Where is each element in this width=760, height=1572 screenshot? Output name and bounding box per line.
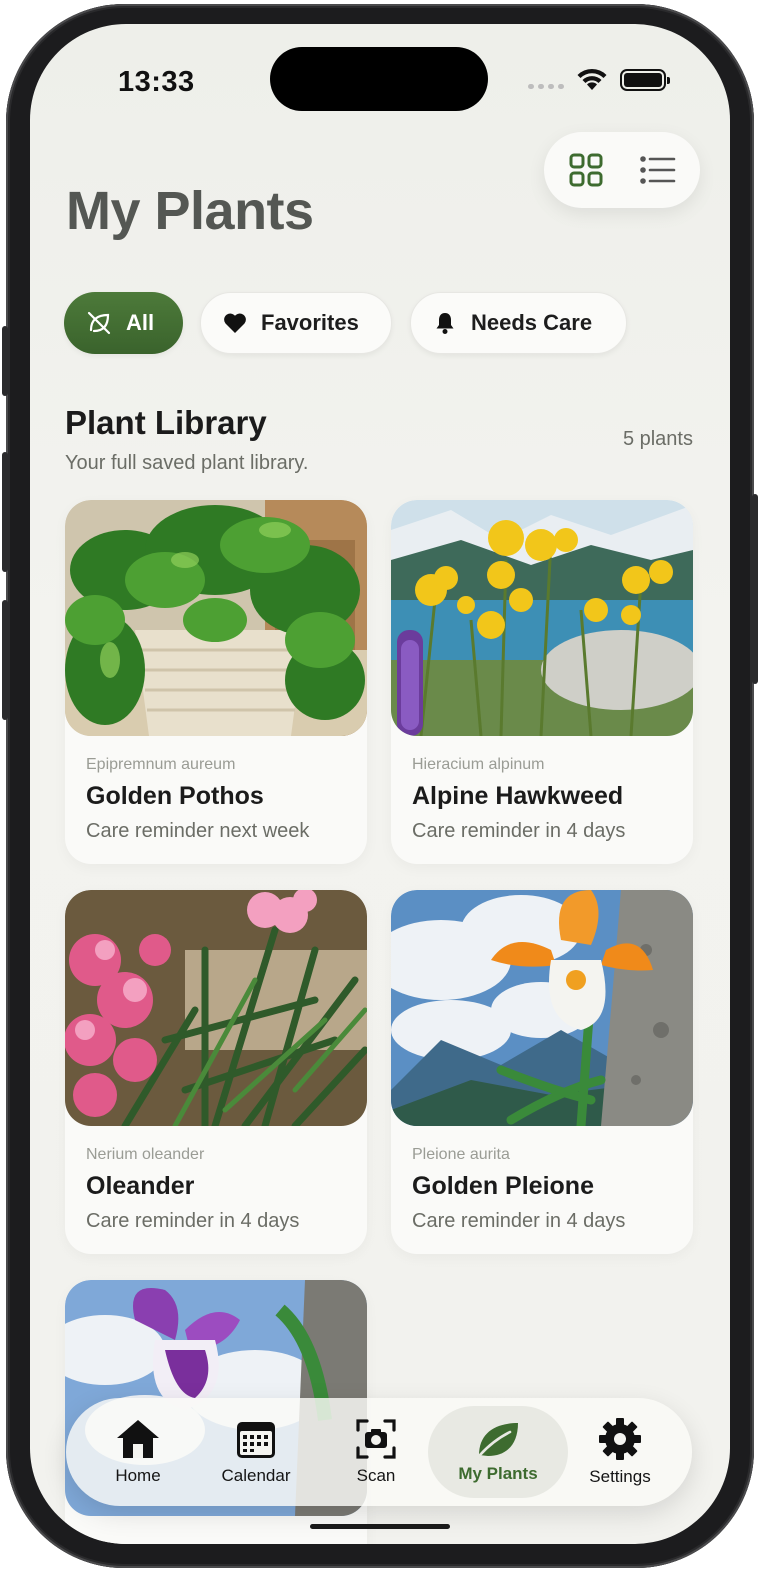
list-view-button[interactable] xyxy=(638,150,678,190)
nav-label: My Plants xyxy=(458,1464,538,1483)
care-reminder: Care reminder next week xyxy=(86,820,310,842)
care-reminder: Care reminder in 4 days xyxy=(412,820,626,842)
scientific-name: Pleione aurita xyxy=(412,1146,510,1163)
grid-icon xyxy=(569,153,603,187)
leaf-icon xyxy=(478,1423,518,1457)
action-button xyxy=(2,326,8,396)
view-toggle xyxy=(544,132,700,208)
plant-photo xyxy=(391,890,693,1126)
plant-card-alpine-hawkweed[interactable]: Hieracium alpinum Alpine Hawkweed Care r… xyxy=(391,500,693,864)
grid-view-button[interactable] xyxy=(566,150,606,190)
battery-icon xyxy=(620,69,670,91)
filter-chip-all[interactable]: All xyxy=(64,292,183,354)
nav-my-plants[interactable]: My Plants xyxy=(428,1406,568,1498)
section-subtitle: Your full saved plant library. xyxy=(65,452,309,474)
plant-name: Alpine Hawkweed xyxy=(412,782,624,810)
plant-photo xyxy=(65,890,367,1126)
plant-photo xyxy=(391,500,693,736)
home-indicator[interactable] xyxy=(310,1524,450,1529)
nav-label: Home xyxy=(115,1466,161,1485)
plant-name: Oleander xyxy=(86,1172,195,1200)
plant-name: Golden Pothos xyxy=(86,782,264,810)
plant-card-golden-pleione[interactable]: Pleione aurita Golden Pleione Care remin… xyxy=(391,890,693,1254)
status-time: 13:33 xyxy=(118,66,195,98)
bell-icon xyxy=(436,313,454,334)
list-icon xyxy=(640,156,676,184)
nav-calendar[interactable]: Calendar xyxy=(196,1398,316,1506)
scientific-name: Nerium oleander xyxy=(86,1146,205,1163)
nav-label: Settings xyxy=(589,1467,651,1486)
home-icon xyxy=(117,1420,159,1458)
bottom-navigation: Home Calendar Scan My Plants Settings xyxy=(66,1398,692,1506)
plant-name: Golden Pleione xyxy=(412,1172,594,1200)
care-reminder: Care reminder in 4 days xyxy=(86,1210,300,1232)
wifi-icon xyxy=(577,68,607,90)
screen: 13:33 My Plants All Favorites Needs Care… xyxy=(30,24,730,1544)
camera-scan-icon xyxy=(356,1419,396,1459)
filter-chip-favorites[interactable]: Favorites xyxy=(200,292,392,354)
scientific-name: Hieracium alpinum xyxy=(412,756,545,773)
plant-photo xyxy=(65,500,367,736)
page-title: My Plants xyxy=(66,181,314,241)
nav-label: Calendar xyxy=(221,1466,291,1485)
plant-count: 5 plants xyxy=(622,428,693,450)
filter-label: Needs Care xyxy=(471,310,593,335)
cellular-signal-icon xyxy=(528,84,564,89)
filter-chip-needs-care[interactable]: Needs Care xyxy=(410,292,627,354)
nav-label: Scan xyxy=(356,1466,396,1485)
volume-up-button xyxy=(2,452,8,572)
care-reminder: Care reminder in 4 days xyxy=(412,1210,626,1232)
filter-label: Favorites xyxy=(261,310,359,335)
plant-card-oleander[interactable]: Nerium oleander Oleander Care reminder i… xyxy=(65,890,367,1254)
scientific-name: Epipremnum aureum xyxy=(86,756,236,773)
nav-scan[interactable]: Scan xyxy=(316,1398,436,1506)
power-button xyxy=(752,494,758,684)
nav-home[interactable]: Home xyxy=(78,1398,198,1506)
calendar-icon xyxy=(237,1422,275,1458)
leaf-slash-icon xyxy=(87,311,111,335)
dynamic-island xyxy=(270,47,488,111)
nav-settings[interactable]: Settings xyxy=(560,1398,680,1506)
filter-label: All xyxy=(126,310,155,335)
section-title: Plant Library xyxy=(65,404,267,441)
volume-down-button xyxy=(2,600,8,720)
heart-icon xyxy=(224,313,246,333)
gear-icon xyxy=(599,1418,641,1460)
plant-card-golden-pothos[interactable]: Epipremnum aureum Golden Pothos Care rem… xyxy=(65,500,367,864)
